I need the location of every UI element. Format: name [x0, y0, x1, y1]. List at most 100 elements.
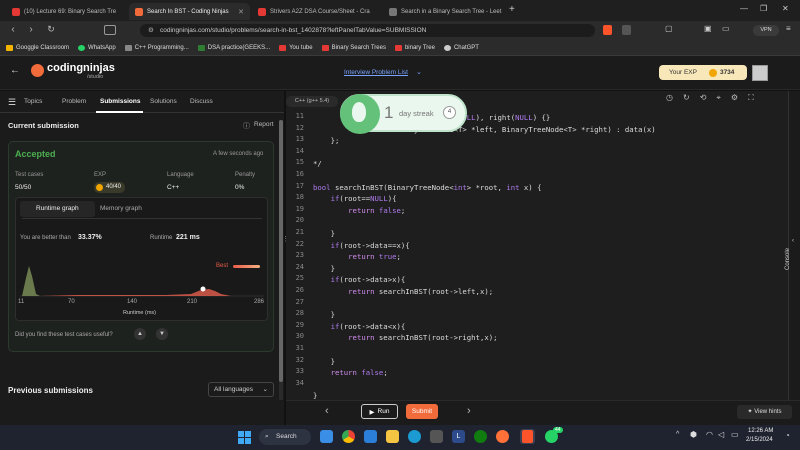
previous-problem-icon[interactable]: ‹	[325, 405, 329, 417]
back-arrow-icon[interactable]: ←	[10, 65, 20, 76]
thumbs-up-icon[interactable]: ▲	[134, 328, 146, 340]
report-icon[interactable]: ⓘ	[243, 121, 250, 131]
menu-icon[interactable]: ≡	[786, 24, 791, 33]
code-line[interactable]: */	[313, 159, 322, 168]
run-button[interactable]: ▶ Run	[361, 404, 398, 419]
taskbar-search[interactable]: ⌕ Search	[259, 429, 311, 445]
pin-icon[interactable]: ⌖	[716, 93, 721, 103]
console-toggle[interactable]: Console	[785, 248, 791, 270]
new-tab-button[interactable]: +	[509, 4, 515, 15]
code-line[interactable]: if(root->data>x){	[313, 275, 406, 284]
battery-icon[interactable]: ▭	[731, 430, 739, 439]
edge-icon[interactable]	[408, 430, 421, 443]
timer-icon[interactable]: ◷	[666, 93, 673, 103]
topics-menu-icon[interactable]: ☰	[8, 97, 16, 108]
notifications-icon[interactable]: ◔	[785, 431, 790, 440]
vpn-button[interactable]: VPN	[753, 25, 779, 36]
interview-problem-list-link[interactable]: Interview Problem List	[344, 69, 408, 76]
code-line[interactable]: if(root->data==x){	[313, 241, 410, 250]
undo-icon[interactable]: ⟲	[700, 93, 707, 103]
tray-app-icon[interactable]: ⬢	[690, 430, 697, 439]
brave-shield-icon[interactable]	[603, 25, 612, 35]
language-select[interactable]: C++ (g++ 5.4)	[286, 96, 338, 107]
maximize-icon[interactable]: ❐	[760, 4, 767, 13]
browser-tab[interactable]: Search in a Binary Search Tree - Leet	[383, 3, 507, 20]
back-icon[interactable]: ‹	[6, 24, 20, 35]
tab-topics[interactable]: Topics	[24, 98, 42, 105]
bookmark-item[interactable]: Binary Search Trees	[321, 44, 386, 51]
app-l-icon[interactable]: L	[452, 430, 465, 443]
fullscreen-icon[interactable]: ⛶	[748, 93, 754, 103]
brave-rewards-icon[interactable]	[622, 25, 631, 35]
file-explorer-icon[interactable]	[386, 430, 399, 443]
tab-solutions[interactable]: Solutions	[150, 98, 177, 105]
submit-button[interactable]: Submit	[406, 404, 438, 419]
sidebar-icon[interactable]: ▣	[704, 24, 712, 33]
brave-icon[interactable]	[522, 430, 533, 443]
address-bar[interactable]: ⚙ codingninjas.com/studio/problems/searc…	[140, 24, 595, 37]
chevron-down-icon[interactable]: ⌄	[416, 68, 422, 76]
wallet-icon[interactable]: ▭	[722, 24, 730, 33]
bookmark-item[interactable]: Googgle Classroom	[6, 44, 69, 51]
close-window-icon[interactable]: ✕	[782, 4, 789, 13]
code-line[interactable]: bool searchInBST(BinaryTreeNode<int> *ro…	[313, 183, 541, 192]
penalty-label: Penalty	[235, 172, 256, 178]
chevron-left-icon[interactable]: ‹	[792, 238, 794, 244]
code-line[interactable]: }	[313, 229, 335, 238]
code-line[interactable]: return searchInBST(root->left,x);	[313, 287, 493, 296]
code-editor[interactable]: ◷ ↻ ⟲ ⌖ ⚙ ⛶ 11 12 13 14 15 16 17 18 19 20 21 22 23 24…	[286, 91, 800, 400]
bookmark-page-icon[interactable]	[104, 25, 116, 35]
tab-problem[interactable]: Problem	[62, 98, 86, 105]
minimize-icon[interactable]: —	[740, 4, 748, 13]
chrome-icon[interactable]	[342, 430, 355, 443]
firefox-icon[interactable]	[496, 430, 509, 443]
tray-chevron-icon[interactable]: ^	[676, 431, 679, 438]
console-side-panel[interactable]: Console ‹	[785, 91, 800, 400]
tab-discuss[interactable]: Discuss	[190, 98, 213, 105]
code-line[interactable]: };	[313, 136, 340, 145]
extensions-icon[interactable]: ▢	[665, 24, 673, 33]
avatar[interactable]	[752, 65, 768, 81]
code-line[interactable]: if(root->data<x){	[313, 322, 406, 331]
widgets-icon[interactable]	[320, 430, 333, 443]
windows-start-icon[interactable]	[238, 431, 251, 444]
clock-date[interactable]: 2/15/2024	[746, 437, 773, 443]
reset-code-icon[interactable]: ↻	[683, 93, 690, 103]
code-line[interactable]: return false;	[313, 206, 405, 215]
site-info-icon[interactable]: ⚙	[148, 24, 154, 37]
thumbs-down-icon[interactable]: ▼	[156, 328, 168, 340]
code-line[interactable]: if(root==NULL){	[313, 194, 397, 203]
code-line[interactable]: }	[313, 264, 335, 273]
bookmark-item[interactable]: WhatsApp	[78, 44, 116, 51]
wifi-icon[interactable]: ◠	[706, 430, 713, 439]
close-tab-icon[interactable]: ✕	[238, 8, 244, 16]
bookmark-item[interactable]: You tube	[279, 44, 313, 51]
view-hints-button[interactable]: ✦ View hints	[737, 405, 792, 419]
volume-icon[interactable]: ◁	[718, 430, 724, 439]
browser-tab[interactable]: Strivers A2Z DSA Course/Sheet - Cra	[252, 3, 380, 20]
reload-icon[interactable]: ↻	[44, 24, 58, 35]
store-icon[interactable]	[430, 430, 443, 443]
next-problem-icon[interactable]: ›	[467, 405, 471, 417]
left-panel-scrollbar[interactable]	[279, 120, 283, 382]
tab-submissions[interactable]: Submissions	[100, 98, 140, 105]
bookmark-item[interactable]: ChatGPT	[443, 44, 479, 51]
bookmark-item[interactable]: DSA practice(GEEKS...	[197, 44, 270, 51]
bookmark-item[interactable]: binary Tree	[394, 44, 435, 51]
code-line[interactable]: }	[313, 357, 335, 366]
browser-tab[interactable]: (10) Lecture 69: Binary Search Tre	[6, 3, 126, 20]
code-line[interactable]: return true;	[313, 252, 401, 261]
browser-tab-active[interactable]: Search In BST - Coding Ninjas ✕	[129, 3, 250, 20]
exp-chip[interactable]: Your EXP 3734	[659, 65, 747, 80]
xbox-icon[interactable]	[474, 430, 487, 443]
bookmark-item[interactable]: C++ Programming...	[124, 44, 189, 51]
language-filter-select[interactable]: All languages ⌄	[208, 382, 274, 397]
report-button[interactable]: Report	[254, 121, 274, 128]
vscode-icon[interactable]	[364, 430, 377, 443]
code-line[interactable]: return searchInBST(root->right,x);	[313, 333, 497, 342]
code-line[interactable]: }	[313, 310, 335, 319]
clock-time[interactable]: 12:26 AM	[748, 428, 773, 434]
forward-icon[interactable]: ›	[24, 24, 38, 35]
settings-icon[interactable]: ⚙	[731, 93, 738, 103]
code-line[interactable]: return false;	[313, 368, 388, 377]
